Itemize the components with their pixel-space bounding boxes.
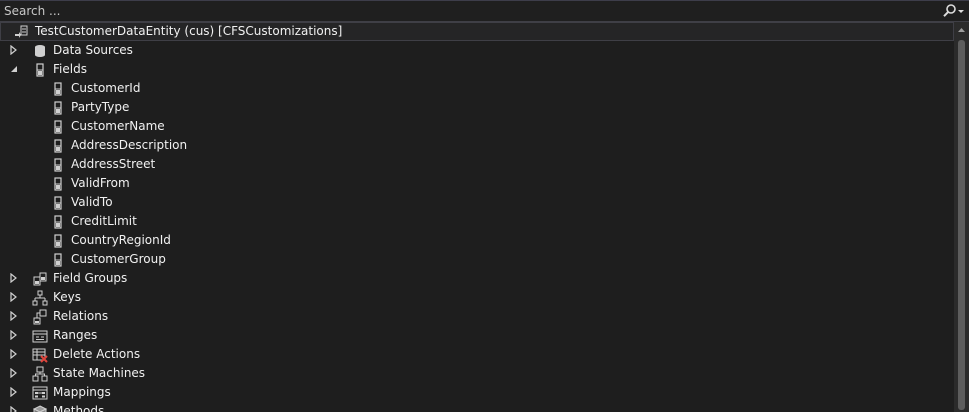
field-icon bbox=[50, 100, 66, 116]
field-label: CustomerId bbox=[71, 81, 141, 95]
search-input[interactable] bbox=[4, 2, 929, 20]
search-bar bbox=[0, 1, 969, 22]
scrollbar-thumb[interactable] bbox=[958, 40, 965, 410]
expand-arrow-icon[interactable] bbox=[9, 406, 19, 412]
tree-node-delete-actions[interactable]: Delete Actions bbox=[0, 345, 954, 364]
tree-node-label: Methods bbox=[53, 404, 105, 412]
expand-arrow-icon[interactable] bbox=[9, 45, 19, 55]
tree-node-state-machines[interactable]: State Machines bbox=[0, 364, 954, 383]
methods-icon bbox=[32, 404, 48, 412]
tree-node-data-sources[interactable]: Data Sources bbox=[0, 41, 954, 60]
expand-arrow-icon[interactable] bbox=[9, 349, 19, 359]
tree-field-item[interactable]: CreditLimit bbox=[0, 212, 954, 231]
field-label: ValidFrom bbox=[71, 176, 130, 190]
keys-icon bbox=[32, 290, 48, 306]
field-icon bbox=[50, 81, 66, 97]
tree-node-fields[interactable]: Fields bbox=[0, 60, 954, 79]
tree-node-label: Keys bbox=[53, 290, 82, 304]
field-icon bbox=[50, 214, 66, 230]
scroll-up-icon[interactable] bbox=[957, 26, 966, 35]
tree-node-field-groups[interactable]: Field Groups bbox=[0, 269, 954, 288]
data-entity-icon bbox=[14, 24, 30, 40]
tree-field-item[interactable]: AddressStreet bbox=[0, 155, 954, 174]
search-icon bbox=[943, 4, 964, 17]
expand-arrow-icon[interactable] bbox=[9, 273, 19, 283]
tree-field-item[interactable]: ValidFrom bbox=[0, 174, 954, 193]
tree-root-entity[interactable]: TestCustomerDataEntity (cus) [CFSCustomi… bbox=[0, 22, 954, 41]
tree-node-mappings[interactable]: Mappings bbox=[0, 383, 954, 402]
field-groups-icon bbox=[32, 271, 48, 287]
expand-arrow-icon[interactable] bbox=[9, 387, 19, 397]
tree-node-label: Fields bbox=[53, 62, 87, 76]
field-label: CountryRegionId bbox=[71, 233, 171, 247]
expand-arrow-icon[interactable] bbox=[9, 311, 19, 321]
field-label: AddressStreet bbox=[71, 157, 156, 171]
field-label: CustomerGroup bbox=[71, 252, 166, 266]
tree-field-item[interactable]: CustomerId bbox=[0, 79, 954, 98]
mappings-icon bbox=[32, 385, 48, 401]
field-icon bbox=[50, 138, 66, 154]
collapse-arrow-icon[interactable] bbox=[9, 64, 19, 74]
tree-field-item[interactable]: CustomerGroup bbox=[0, 250, 954, 269]
tree-field-item[interactable]: AddressDescription bbox=[0, 136, 954, 155]
field-label: AddressDescription bbox=[71, 138, 188, 152]
field-icon bbox=[32, 62, 48, 78]
tree-node-label: Ranges bbox=[53, 328, 98, 342]
expand-arrow-icon[interactable] bbox=[9, 368, 19, 378]
tree-node-methods[interactable]: Methods bbox=[0, 402, 954, 412]
tree-node-label: Field Groups bbox=[53, 271, 128, 285]
tree-field-item[interactable]: PartyType bbox=[0, 98, 954, 117]
aot-tree: TestCustomerDataEntity (cus) [CFSCustomi… bbox=[0, 22, 954, 412]
field-icon bbox=[50, 176, 66, 192]
delete-actions-icon bbox=[32, 347, 48, 363]
field-icon bbox=[50, 195, 66, 211]
tree-root-label: TestCustomerDataEntity (cus) [CFSCustomi… bbox=[35, 24, 343, 38]
search-button[interactable] bbox=[941, 3, 965, 19]
vertical-scrollbar[interactable] bbox=[954, 22, 969, 412]
tree-node-label: Relations bbox=[53, 309, 109, 323]
field-label: CreditLimit bbox=[71, 214, 137, 228]
expand-arrow-icon[interactable] bbox=[9, 292, 19, 302]
field-icon bbox=[50, 119, 66, 135]
tree-node-ranges[interactable]: Ranges bbox=[0, 326, 954, 345]
field-label: ValidTo bbox=[71, 195, 113, 209]
tree-node-label: Delete Actions bbox=[53, 347, 141, 361]
database-icon bbox=[32, 43, 48, 59]
field-label: CustomerName bbox=[71, 119, 165, 133]
tree-node-label: State Machines bbox=[53, 366, 146, 380]
tree-field-item[interactable]: CustomerName bbox=[0, 117, 954, 136]
field-icon bbox=[50, 157, 66, 173]
field-icon bbox=[50, 233, 66, 249]
tree-field-item[interactable]: ValidTo bbox=[0, 193, 954, 212]
tree-field-item[interactable]: CountryRegionId bbox=[0, 231, 954, 250]
expand-arrow-icon[interactable] bbox=[9, 330, 19, 340]
tree-node-keys[interactable]: Keys bbox=[0, 288, 954, 307]
tree-node-relations[interactable]: Relations bbox=[0, 307, 954, 326]
tree-node-label: Data Sources bbox=[53, 43, 133, 57]
field-label: PartyType bbox=[71, 100, 130, 114]
relations-icon bbox=[32, 309, 48, 325]
ranges-icon bbox=[32, 328, 48, 344]
state-machines-icon bbox=[32, 366, 48, 382]
field-icon bbox=[50, 252, 66, 268]
tree-node-label: Mappings bbox=[53, 385, 111, 399]
